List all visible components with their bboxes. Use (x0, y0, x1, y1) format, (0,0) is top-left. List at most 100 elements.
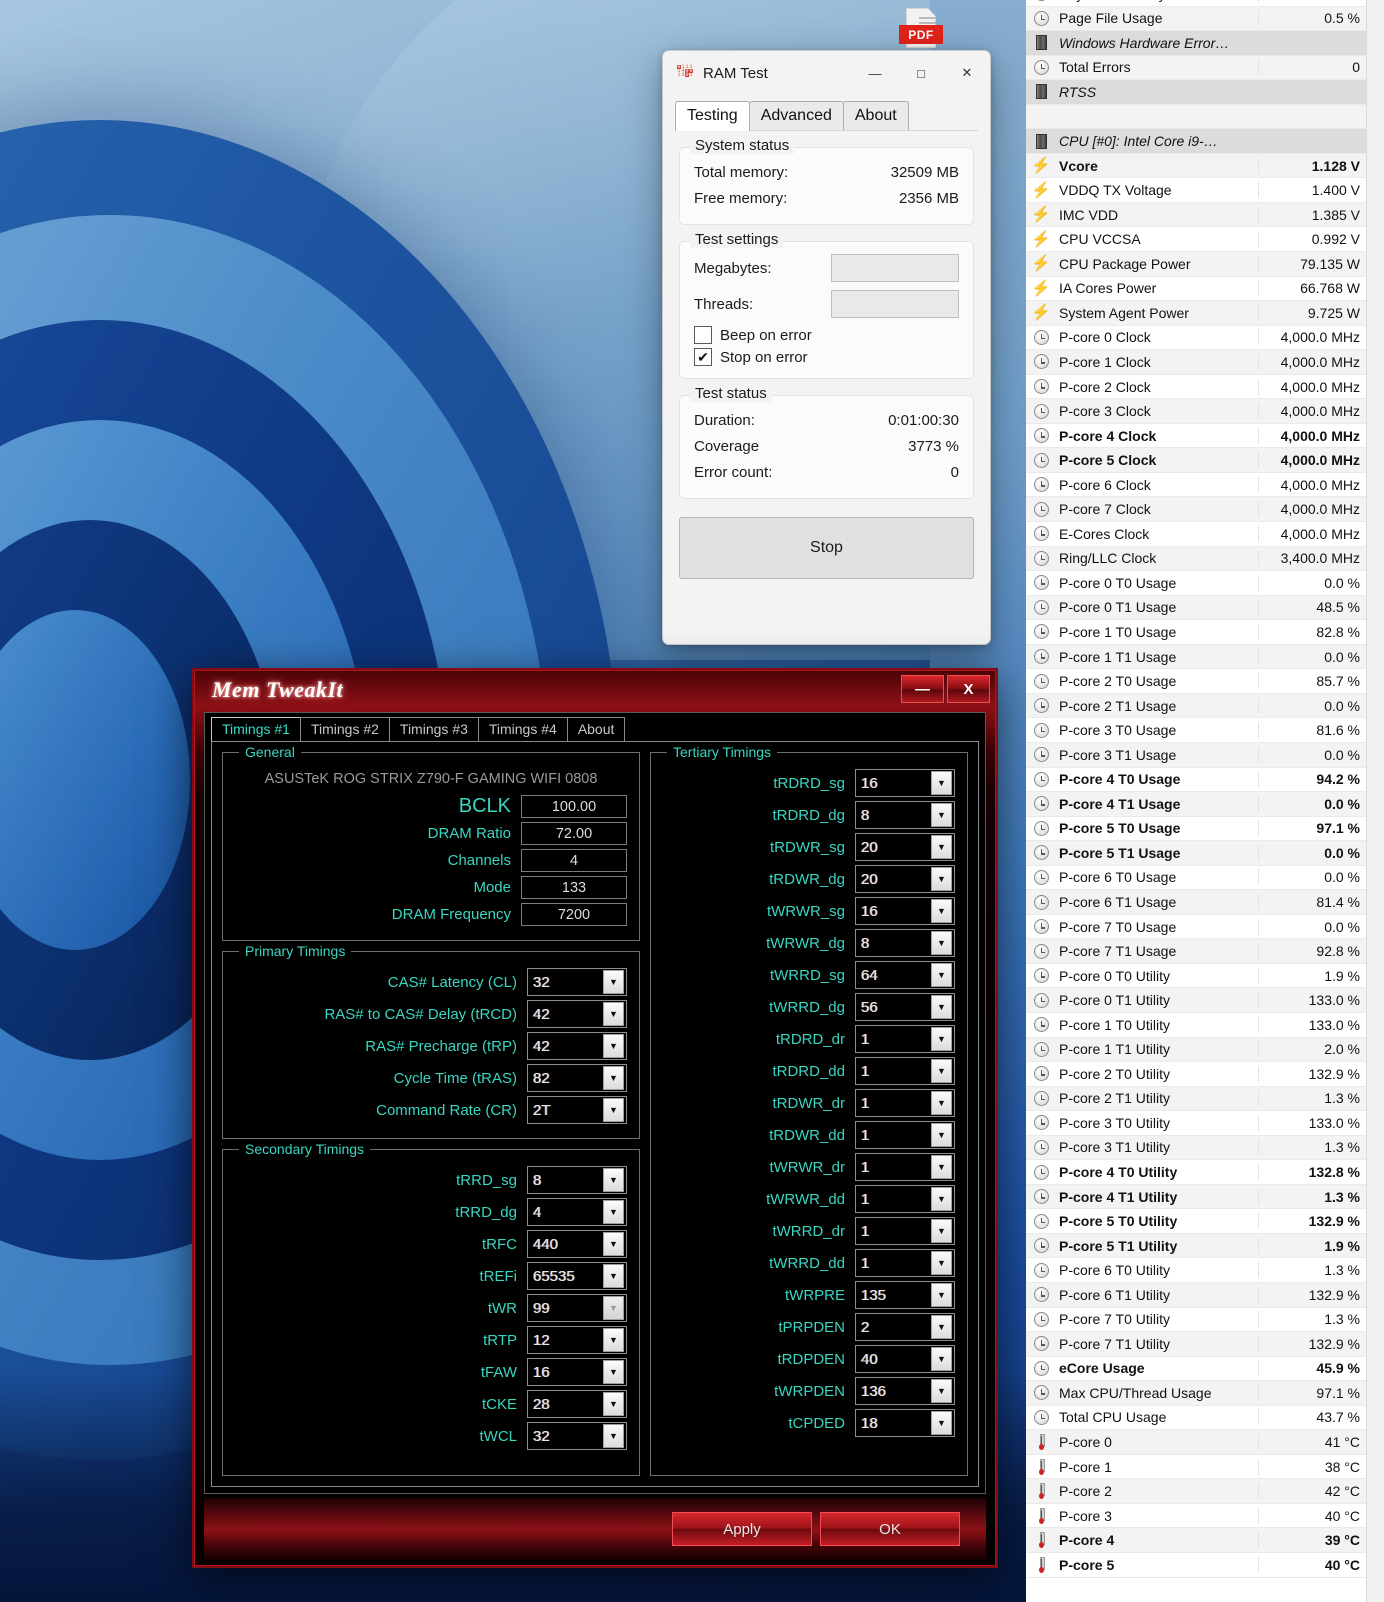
tertiary-combo-3[interactable]: 20 ▼ (855, 865, 955, 893)
apply-button[interactable]: Apply (672, 1512, 812, 1546)
chevron-down-icon[interactable]: ▼ (931, 899, 952, 923)
sensor-row[interactable]: P-core 0 T0 Utility 1.9 % (1026, 964, 1366, 989)
secondary-combo-1[interactable]: 4 ▼ (527, 1198, 627, 1226)
mem-tweakit-titlebar[interactable]: Mem TweakIt — X (194, 670, 996, 710)
chevron-down-icon[interactable]: ▼ (603, 1232, 624, 1256)
sensor-row[interactable]: P-core 3 T0 Utility 133.0 % (1026, 1111, 1366, 1136)
chevron-down-icon[interactable]: ▼ (931, 1379, 952, 1403)
secondary-combo-4[interactable]: 99 ▼ (527, 1294, 627, 1322)
sensor-row[interactable]: P-core 5 T0 Usage 97.1 % (1026, 817, 1366, 842)
sensor-row[interactable]: P-core 5 40 °C (1026, 1553, 1366, 1578)
chevron-down-icon[interactable]: ▼ (931, 995, 952, 1019)
sensor-row[interactable]: P-core 1 T0 Usage 82.8 % (1026, 620, 1366, 645)
tertiary-combo-20[interactable]: 18 ▼ (855, 1409, 955, 1437)
tab-about[interactable]: About (566, 717, 626, 741)
tertiary-combo-1[interactable]: 8 ▼ (855, 801, 955, 829)
megabytes-stepper[interactable]: ▲ ▼ (831, 254, 990, 282)
sensor-row[interactable]: P-core 1 Clock 4,000.0 MHz (1026, 350, 1366, 375)
minimize-button[interactable]: — (852, 51, 898, 95)
sensor-row[interactable]: ⚡ System Agent Power 9.725 W (1026, 301, 1366, 326)
sensor-row[interactable]: Total Errors 0 (1026, 55, 1366, 81)
sensor-row[interactable]: P-core 7 T0 Usage 0.0 % (1026, 915, 1366, 940)
chevron-down-icon[interactable]: ▼ (603, 1360, 624, 1384)
sensor-row[interactable]: P-core 5 T1 Utility 1.9 % (1026, 1233, 1366, 1259)
chevron-down-icon[interactable]: ▼ (603, 1264, 624, 1288)
chevron-down-icon[interactable]: ▼ (931, 1251, 952, 1275)
secondary-combo-0[interactable]: 8 ▼ (527, 1166, 627, 1194)
sensor-row[interactable]: P-core 1 T1 Usage 0.0 % (1026, 644, 1366, 670)
sensor-row[interactable]: P-core 7 T1 Usage 92.8 % (1026, 939, 1366, 964)
sensor-row[interactable]: P-core 2 T1 Utility 1.3 % (1026, 1086, 1366, 1112)
tertiary-combo-11[interactable]: 1 ▼ (855, 1121, 955, 1149)
tertiary-combo-19[interactable]: 136 ▼ (855, 1377, 955, 1405)
sensor-group-header[interactable]: RTSS (1026, 80, 1366, 105)
chevron-down-icon[interactable]: ▼ (931, 1187, 952, 1211)
chevron-down-icon[interactable]: ▼ (603, 1392, 624, 1416)
tab-about[interactable]: About (842, 101, 909, 131)
stop-on-error-row[interactable]: ✔ Stop on error (694, 348, 959, 366)
tertiary-combo-0[interactable]: 16 ▼ (855, 769, 955, 797)
sensor-row[interactable]: P-core 4 T1 Usage 0.0 % (1026, 792, 1366, 817)
tertiary-combo-6[interactable]: 64 ▼ (855, 961, 955, 989)
sensor-row[interactable] (1026, 104, 1366, 130)
sensor-row[interactable]: P-core 3 T1 Utility 1.3 % (1026, 1135, 1366, 1161)
sensor-row[interactable]: P-core 0 T1 Utility 133.0 % (1026, 988, 1366, 1013)
tertiary-combo-9[interactable]: 1 ▼ (855, 1057, 955, 1085)
sensor-row[interactable]: P-core 4 T0 Utility 132.8 % (1026, 1160, 1366, 1185)
sensor-row[interactable]: P-core 1 T0 Utility 133.0 % (1026, 1013, 1366, 1038)
chevron-down-icon[interactable]: ▼ (931, 1123, 952, 1147)
chevron-down-icon[interactable]: ▼ (931, 1315, 952, 1339)
chevron-down-icon[interactable]: ▼ (603, 1002, 624, 1026)
sensor-row[interactable]: P-core 5 T0 Utility 132.9 % (1026, 1209, 1366, 1234)
sensor-row[interactable]: ⚡ IA Cores Power 66.768 W (1026, 277, 1366, 302)
chevron-down-icon[interactable]: ▼ (931, 1411, 952, 1435)
sensor-row[interactable]: P-core 0 41 °C (1026, 1430, 1366, 1455)
tertiary-combo-18[interactable]: 40 ▼ (855, 1345, 955, 1373)
mem-tweakit-window-buttons[interactable]: — X (901, 675, 990, 703)
chevron-down-icon[interactable]: ▼ (603, 1066, 624, 1090)
ram-test-window[interactable]: 0111 1400 1301 RAM Test — □ ✕ Testing Ad… (662, 50, 991, 645)
chevron-down-icon[interactable]: ▼ (603, 1098, 624, 1122)
secondary-combo-3[interactable]: 65535 ▼ (527, 1262, 627, 1290)
sensor-row[interactable]: ⚡ CPU VCCSA 0.992 V (1026, 227, 1366, 253)
tertiary-combo-2[interactable]: 20 ▼ (855, 833, 955, 861)
minimize-button[interactable]: — (901, 675, 944, 703)
secondary-combo-2[interactable]: 440 ▼ (527, 1230, 627, 1258)
sensor-row[interactable]: P-core 5 Clock 4,000.0 MHz (1026, 448, 1366, 473)
beep-on-error-checkbox[interactable] (694, 326, 712, 344)
sensor-row[interactable]: ⚡ CPU Package Power 79.135 W (1026, 252, 1366, 277)
secondary-combo-6[interactable]: 16 ▼ (527, 1358, 627, 1386)
tertiary-combo-12[interactable]: 1 ▼ (855, 1153, 955, 1181)
sensor-row[interactable]: P-core 1 38 °C (1026, 1455, 1366, 1480)
chevron-down-icon[interactable]: ▼ (931, 835, 952, 859)
tertiary-combo-15[interactable]: 1 ▼ (855, 1249, 955, 1277)
sensor-row[interactable]: P-core 2 T0 Utility 132.9 % (1026, 1062, 1366, 1087)
sensor-row[interactable]: P-core 6 T0 Utility 1.3 % (1026, 1258, 1366, 1283)
sensor-row[interactable]: P-core 4 T1 Utility 1.3 % (1026, 1184, 1366, 1210)
tab-advanced[interactable]: Advanced (748, 101, 844, 131)
sensor-row[interactable]: P-core 6 T0 Usage 0.0 % (1026, 866, 1366, 891)
chevron-down-icon[interactable]: ▼ (931, 771, 952, 795)
sensor-row[interactable]: P-core 0 T1 Usage 48.5 % (1026, 595, 1366, 621)
stop-test-button[interactable]: Stop (679, 517, 974, 579)
threads-input[interactable] (832, 291, 990, 317)
tertiary-combo-13[interactable]: 1 ▼ (855, 1185, 955, 1213)
chevron-down-icon[interactable]: ▼ (603, 1424, 624, 1448)
sensor-row[interactable]: P-core 7 T1 Utility 132.9 % (1026, 1332, 1366, 1357)
sensor-row[interactable]: P-core 2 T1 Usage 0.0 % (1026, 693, 1366, 719)
sensor-row[interactable]: P-core 3 Clock 4,000.0 MHz (1026, 399, 1366, 424)
sensor-row[interactable]: P-core 2 42 °C (1026, 1479, 1366, 1504)
primary-combo-4[interactable]: 2T ▼ (527, 1096, 627, 1124)
sensor-row[interactable]: P-core 0 Clock 4,000.0 MHz (1026, 326, 1366, 351)
tertiary-combo-17[interactable]: 2 ▼ (855, 1313, 955, 1341)
maximize-button[interactable]: □ (898, 51, 944, 95)
chevron-down-icon[interactable]: ▼ (603, 1200, 624, 1224)
sensor-row[interactable]: Ring/LLC Clock 3,400.0 MHz (1026, 546, 1366, 572)
sensor-row[interactable]: P-core 7 T0 Utility 1.3 % (1026, 1308, 1366, 1333)
sensor-row[interactable]: Page File Usage 0.5 % (1026, 6, 1366, 32)
primary-combo-2[interactable]: 42 ▼ (527, 1032, 627, 1060)
sensor-row[interactable]: E-Cores Clock 4,000.0 MHz (1026, 522, 1366, 547)
sensor-row[interactable]: P-core 0 T0 Usage 0.0 % (1026, 571, 1366, 596)
chevron-down-icon[interactable]: ▼ (931, 1155, 952, 1179)
sensor-row[interactable]: P-core 6 T1 Utility 132.9 % (1026, 1282, 1366, 1308)
